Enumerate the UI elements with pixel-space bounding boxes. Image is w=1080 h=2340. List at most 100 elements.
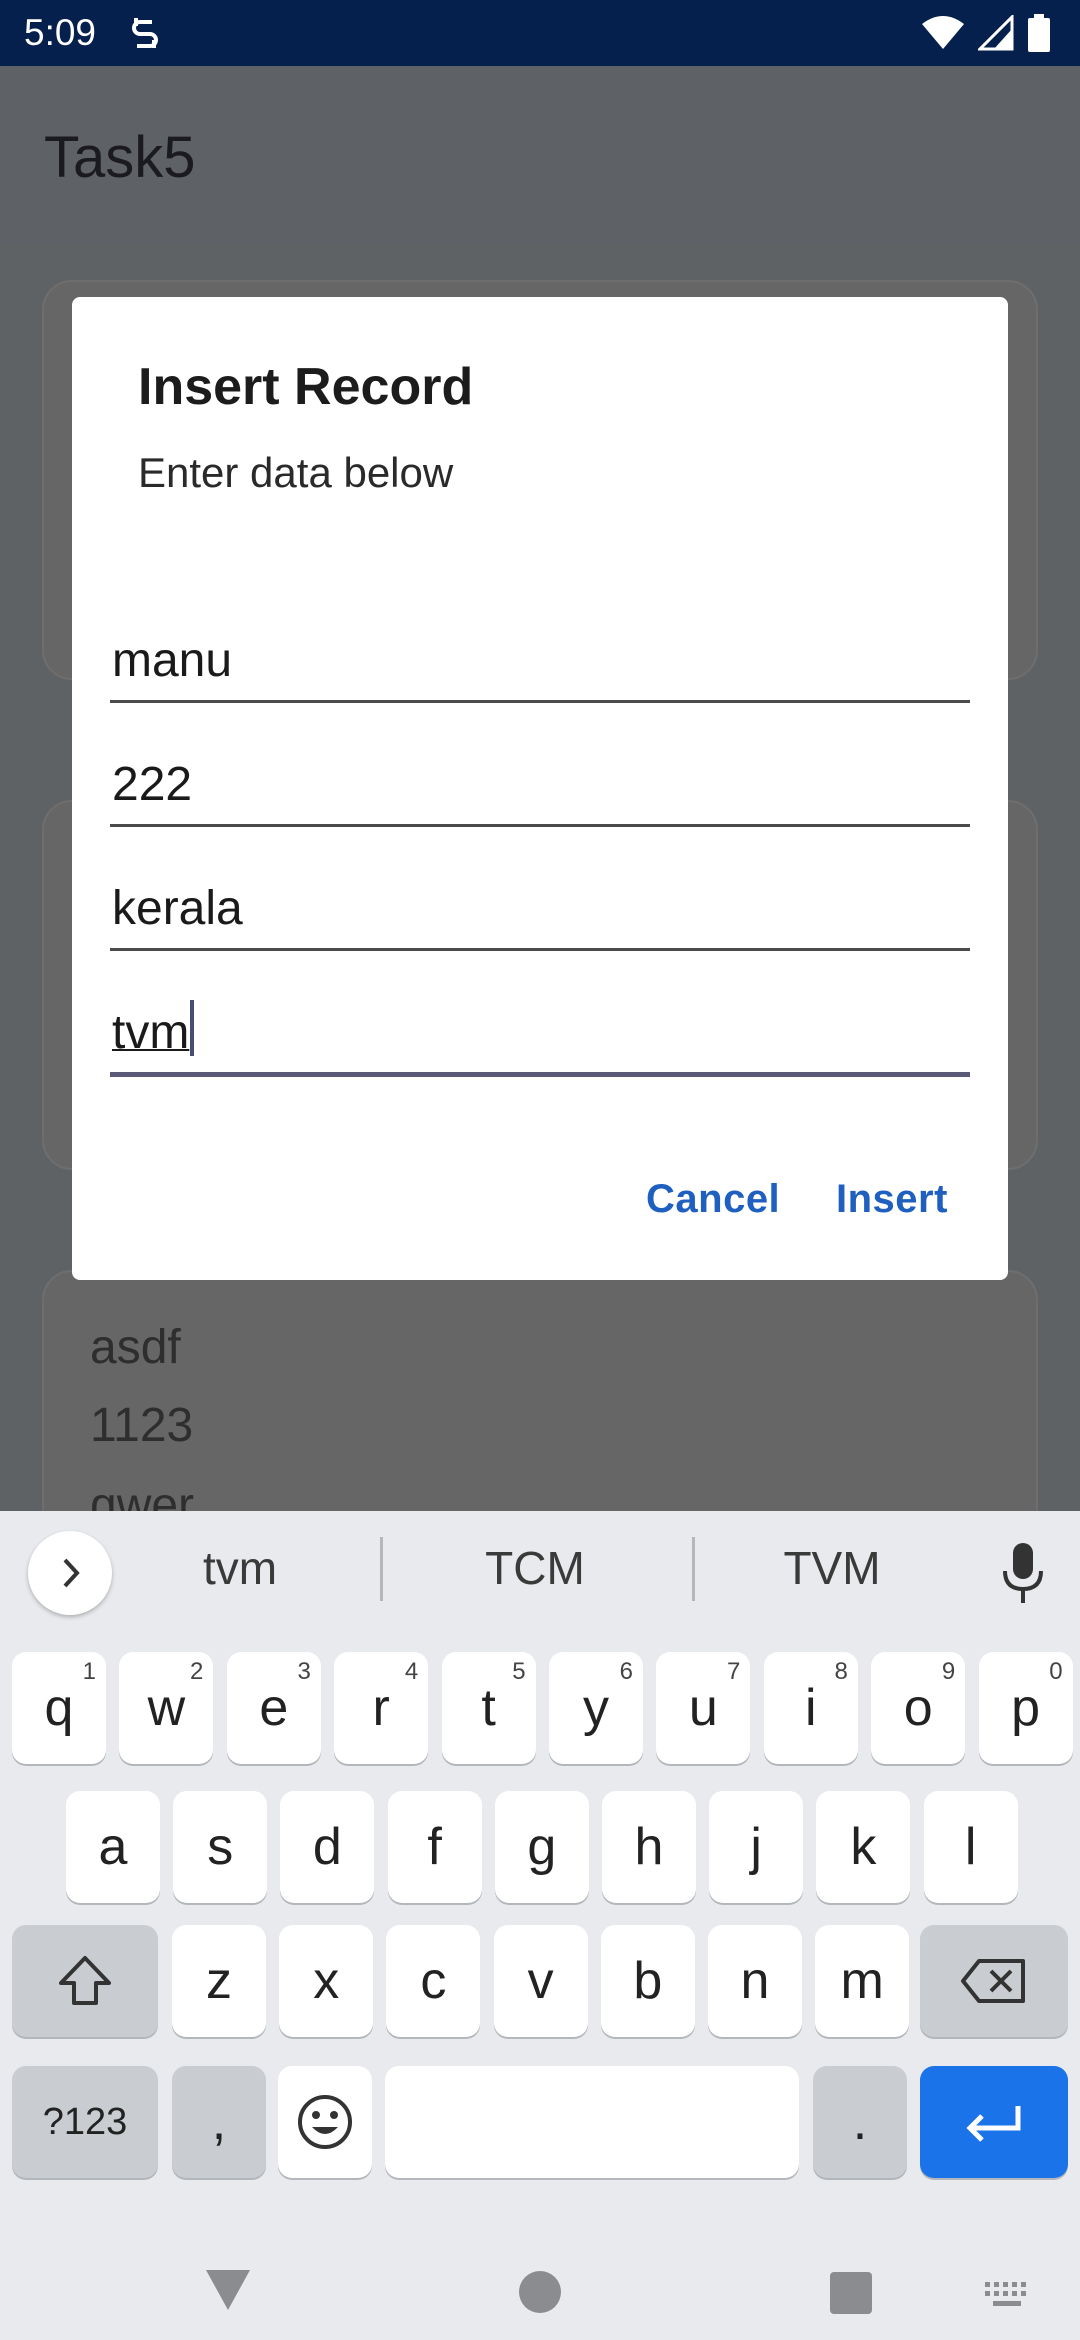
key-c[interactable]: c <box>386 1925 481 2037</box>
expand-suggestions-button[interactable] <box>28 1531 112 1615</box>
keyboard-switcher-icon[interactable] <box>985 2282 1031 2310</box>
key-g[interactable]: g <box>494 1791 589 1903</box>
key-t-label: t <box>481 1679 496 1737</box>
key-e-label: e <box>259 1679 289 1737</box>
period-key[interactable]: . <box>813 2066 907 2178</box>
symbols-key[interactable]: ?123 <box>12 2066 158 2178</box>
key-m-label: m <box>840 1952 884 2010</box>
name-field[interactable]: manu <box>110 623 970 703</box>
key-h-label: h <box>634 1818 664 1876</box>
key-n-label: n <box>740 1952 770 2010</box>
key-y-hint: 6 <box>619 1658 633 1685</box>
key-w-hint: 2 <box>190 1658 204 1685</box>
key-w[interactable]: w2 <box>119 1652 214 1764</box>
key-j[interactable]: j <box>709 1791 804 1903</box>
key-i-label: i <box>805 1679 817 1737</box>
key-g-label: g <box>527 1818 557 1876</box>
key-l-label: l <box>964 1818 977 1876</box>
key-a-label: a <box>98 1818 128 1876</box>
recents-icon[interactable] <box>830 2272 872 2314</box>
key-k-label: k <box>850 1818 877 1876</box>
key-j-label: j <box>750 1818 762 1876</box>
state-field[interactable]: kerala <box>110 871 970 951</box>
wifi-icon <box>922 16 964 49</box>
emoji-key[interactable] <box>278 2066 372 2178</box>
comma-key[interactable]: , <box>172 2066 266 2178</box>
key-t[interactable]: t5 <box>441 1652 536 1764</box>
suggestion-2[interactable]: TCM <box>405 1541 665 1595</box>
key-e-hint: 3 <box>297 1658 311 1685</box>
enter-key[interactable] <box>920 2066 1068 2178</box>
key-m[interactable]: m <box>815 1925 910 2037</box>
key-y-label: y <box>583 1679 609 1737</box>
shift-key[interactable] <box>12 1925 158 2037</box>
backspace-key[interactable] <box>920 1925 1068 2037</box>
text-cursor <box>190 1000 195 1056</box>
key-e[interactable]: e3 <box>226 1652 321 1764</box>
microphone-icon[interactable] <box>1000 1541 1046 1605</box>
key-z[interactable]: z <box>172 1925 266 2037</box>
key-d[interactable]: d <box>280 1791 375 1903</box>
signal-icon <box>978 15 1014 51</box>
home-icon[interactable] <box>518 2270 562 2314</box>
space-key[interactable] <box>385 2066 799 2178</box>
key-b-label: b <box>633 1952 663 2010</box>
app-title: Task5 <box>44 125 196 190</box>
key-p-hint: 0 <box>1049 1658 1063 1685</box>
key-p[interactable]: p0 <box>978 1652 1073 1764</box>
key-o-hint: 9 <box>941 1658 956 1685</box>
key-d-label: d <box>312 1818 342 1876</box>
suggestion-3[interactable]: TVM <box>702 1541 962 1595</box>
key-a[interactable]: a <box>66 1791 160 1903</box>
key-y[interactable]: y6 <box>549 1652 643 1764</box>
city-field[interactable]: tvm <box>110 997 970 1077</box>
insert-record-dialog: Insert Record Enter data below manu 222 … <box>72 297 1008 1280</box>
key-u-label: u <box>688 1679 718 1737</box>
key-c-label: c <box>420 1952 447 2010</box>
key-z-label: z <box>206 1952 232 2010</box>
key-u[interactable]: u7 <box>656 1652 751 1764</box>
key-q-label: q <box>44 1679 74 1737</box>
key-o[interactable]: o9 <box>871 1652 966 1764</box>
dialog-subtitle: Enter data below <box>138 449 454 496</box>
key-n[interactable]: n <box>708 1925 802 2037</box>
record-name: asdf <box>90 1321 181 1374</box>
key-l[interactable]: l <box>923 1791 1018 1903</box>
name-field-value: manu <box>112 634 233 687</box>
back-icon[interactable] <box>204 2268 252 2312</box>
key-s[interactable]: s <box>173 1791 268 1903</box>
key-i[interactable]: i8 <box>763 1652 858 1764</box>
key-r-hint: 4 <box>404 1658 419 1685</box>
insert-button[interactable]: Insert <box>836 1177 948 1222</box>
key-v-label: v <box>527 1952 554 2010</box>
key-r[interactable]: r4 <box>334 1652 429 1764</box>
record-number: 1123 <box>90 1399 194 1452</box>
key-s-label: s <box>207 1818 234 1876</box>
shift-icon <box>59 1956 111 2005</box>
key-k[interactable]: k <box>816 1791 911 1903</box>
key-x[interactable]: x <box>279 1925 374 2037</box>
number-field[interactable]: 222 <box>110 747 970 827</box>
backspace-icon <box>961 1959 1025 2003</box>
battery-icon <box>1028 14 1050 52</box>
key-t-hint: 5 <box>512 1658 526 1685</box>
key-h[interactable]: h <box>602 1791 696 1903</box>
status-bar: 5:09 <box>0 0 1080 66</box>
suggestion-1[interactable]: tvm <box>110 1541 370 1595</box>
key-q[interactable]: q1 <box>12 1652 106 1764</box>
cancel-button[interactable]: Cancel <box>646 1177 780 1222</box>
key-f[interactable]: f <box>387 1791 482 1903</box>
emoji-icon <box>298 2095 352 2149</box>
key-r-label: r <box>372 1679 390 1737</box>
number-field-value: 222 <box>112 758 193 811</box>
city-field-value: tvm <box>112 1000 195 1060</box>
navigation-bar <box>0 2220 1080 2340</box>
status-time: 5:09 <box>24 12 97 53</box>
suggestion-strip: tvm TCM TVM <box>0 1511 1080 1631</box>
app-bar: Task5 <box>0 66 1080 244</box>
key-u-hint: 7 <box>727 1658 741 1685</box>
key-v[interactable]: v <box>493 1925 588 2037</box>
key-q-hint: 1 <box>82 1658 96 1685</box>
key-p-label: p <box>1011 1679 1041 1737</box>
key-b[interactable]: b <box>600 1925 695 2037</box>
